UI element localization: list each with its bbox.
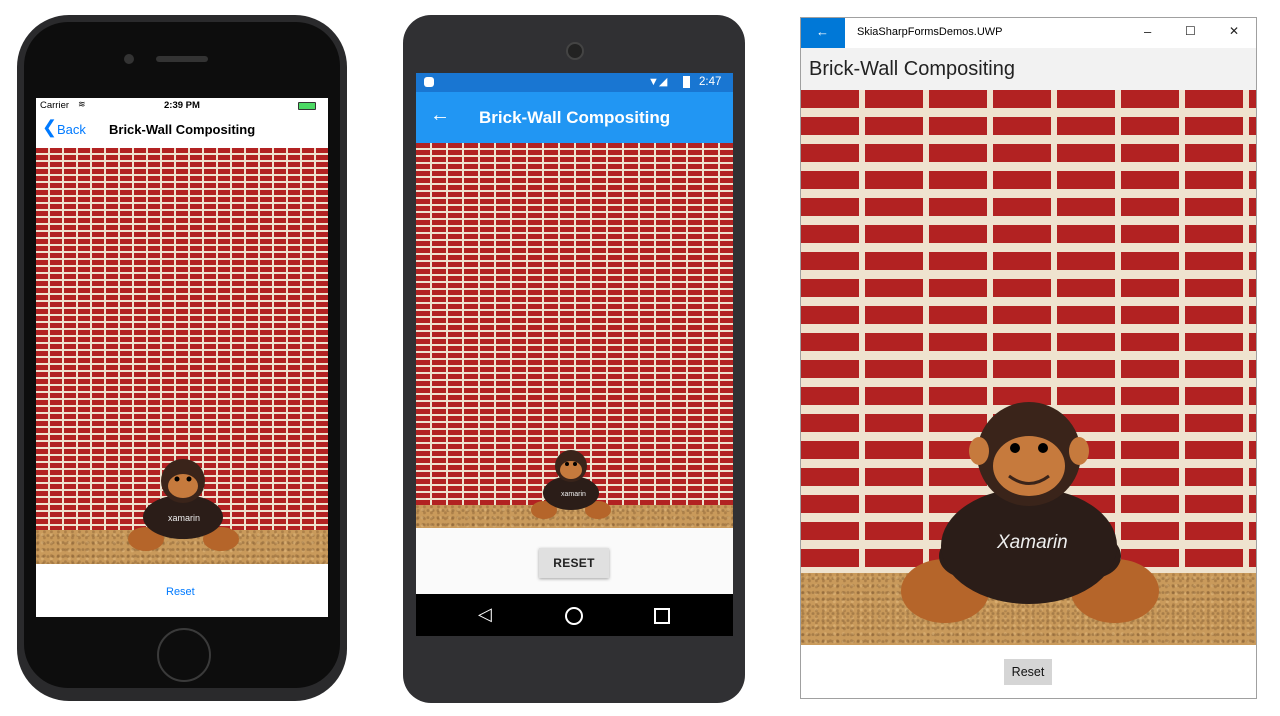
page-title: Brick-Wall Compositing: [809, 58, 1015, 80]
back-chevron-icon[interactable]: ❮: [42, 117, 57, 138]
back-arrow-icon: ←: [816, 24, 829, 39]
android-screen: ▼◢ 2:47 ← Brick-Wall Compositing xamarin…: [416, 73, 733, 636]
iphone-camera: [124, 54, 134, 64]
monkey-shirt-text: Xamarin: [996, 532, 1068, 553]
nav-recents-icon[interactable]: [654, 608, 670, 624]
page-title: Brick-Wall Compositing: [109, 122, 256, 137]
close-button[interactable]: ✕: [1229, 24, 1239, 38]
android-nav-bar: ◁: [416, 594, 733, 636]
wifi-icon: ≋: [78, 99, 86, 109]
ios-nav-bar: ❮ Back Brick-Wall Compositing: [36, 112, 328, 148]
battery-icon: [298, 102, 316, 110]
monkey-image: xamarin: [126, 455, 241, 553]
reset-button[interactable]: Reset: [166, 586, 195, 598]
uwp-footer: Reset: [801, 645, 1256, 698]
minimize-button[interactable]: –: [1144, 24, 1151, 39]
android-footer: RESET: [416, 528, 733, 594]
uwp-header: Brick-Wall Compositing: [801, 48, 1256, 90]
uwp-titlebar: ← SkiaSharpFormsDemos.UWP – ☐ ✕: [801, 18, 1256, 48]
ios-footer: Reset: [36, 564, 328, 617]
maximize-button[interactable]: ☐: [1185, 24, 1196, 38]
android-notification-icon: [424, 77, 434, 87]
reset-button[interactable]: Reset: [1004, 659, 1052, 685]
android-time: 2:47: [699, 76, 722, 88]
android-status-bar: ▼◢ 2:47: [416, 73, 733, 92]
monkey-shirt-text: xamarin: [561, 491, 586, 498]
monkey-image: xamarin: [530, 447, 612, 521]
battery-icon: [683, 76, 690, 88]
window-title: SkiaSharpFormsDemos.UWP: [857, 26, 1003, 38]
wifi-signal-icon: ▼◢: [648, 76, 668, 88]
uwp-back-button[interactable]: ←: [801, 18, 845, 48]
nav-home-icon[interactable]: [565, 607, 583, 625]
android-toolbar: ← Brick-Wall Compositing: [416, 92, 733, 143]
iphone-speaker: [156, 56, 208, 62]
back-arrow-icon[interactable]: ←: [430, 104, 450, 127]
ios-screen: Carrier ≋ 2:39 PM ❮ Back Brick-Wall Comp…: [36, 98, 328, 617]
ios-status-bar: Carrier ≋ 2:39 PM: [36, 98, 328, 112]
iphone-home-button[interactable]: [157, 628, 211, 682]
nav-back-icon[interactable]: ◁: [478, 604, 492, 625]
uwp-window: ← SkiaSharpFormsDemos.UWP – ☐ ✕ Brick-Wa…: [800, 17, 1257, 699]
page-title: Brick-Wall Compositing: [479, 108, 671, 127]
monkey-image: Xamarin: [897, 396, 1162, 628]
ios-time: 2:39 PM: [164, 100, 200, 111]
monkey-shirt-text: xamarin: [168, 513, 200, 523]
reset-button[interactable]: RESET: [539, 548, 609, 578]
android-camera: [566, 42, 584, 60]
carrier-label: Carrier: [40, 100, 70, 111]
back-button[interactable]: Back: [57, 122, 86, 137]
